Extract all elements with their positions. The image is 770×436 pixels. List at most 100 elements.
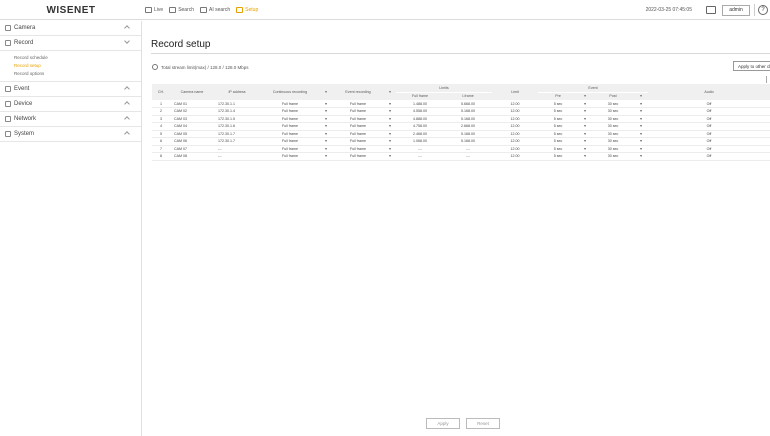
dropdown-arrow-icon[interactable]: ▾: [384, 130, 396, 138]
dropdown-arrow-icon[interactable]: ▾: [578, 122, 593, 131]
dropdown-arrow-icon[interactable]: ▾: [578, 100, 593, 108]
dropdown-arrow-icon[interactable]: ▾: [634, 137, 649, 146]
dropdown-arrow-icon[interactable]: ▾: [320, 130, 332, 138]
cell-cont[interactable]: Full frame: [260, 115, 320, 123]
cell-event[interactable]: Full frame: [332, 107, 384, 116]
dropdown-arrow-icon[interactable]: ▾: [320, 145, 332, 153]
dropdown-arrow-icon[interactable]: ▾: [384, 122, 396, 131]
cell-post[interactable]: 30 sec: [592, 122, 635, 131]
dropdown-arrow-icon[interactable]: ▾: [320, 115, 332, 123]
cell-event[interactable]: Full frame: [332, 145, 384, 153]
dropdown-arrow-icon[interactable]: ▾: [578, 115, 593, 123]
sidebar-subitem-record-options[interactable]: Record options: [14, 70, 141, 78]
dropdown-arrow-icon[interactable]: ▾: [634, 107, 649, 116]
cell-audio[interactable]: Off: [648, 107, 770, 116]
network-status-icon[interactable]: [706, 6, 716, 14]
reset-button[interactable]: Reset: [466, 418, 500, 429]
cell-post[interactable]: 30 sec: [592, 115, 635, 123]
cell-cont[interactable]: Full frame: [260, 130, 320, 138]
cell-limit[interactable]: 12.00: [492, 122, 539, 131]
dropdown-arrow-icon[interactable]: ▾: [320, 107, 332, 116]
col-header-continuous-dropdown[interactable]: ▾: [320, 84, 332, 101]
sidebar-subitem-record-setup[interactable]: Record setup: [14, 62, 141, 70]
cell-pre[interactable]: 5 sec: [538, 137, 579, 146]
dropdown-arrow-icon[interactable]: ▾: [578, 145, 593, 153]
top-nav-setup[interactable]: Setup: [236, 7, 258, 13]
sidebar-menu-system[interactable]: System: [0, 127, 141, 142]
cell-audio[interactable]: Off: [648, 152, 770, 161]
cell-cont[interactable]: Full frame: [260, 122, 320, 131]
dropdown-arrow-icon[interactable]: ▾: [320, 100, 332, 108]
cell-limit[interactable]: 12.00: [492, 100, 539, 108]
cell-post[interactable]: 30 sec: [592, 100, 635, 108]
cell-audio[interactable]: Off: [648, 137, 770, 146]
cell-audio[interactable]: Off: [648, 115, 770, 123]
cell-audio[interactable]: Off: [648, 122, 770, 131]
dropdown-arrow-icon[interactable]: ▾: [384, 137, 396, 146]
cell-audio[interactable]: Off: [648, 145, 770, 153]
sidebar-menu-network[interactable]: Network: [0, 112, 141, 127]
dropdown-arrow-icon[interactable]: ▾: [384, 152, 396, 161]
top-nav-search[interactable]: Search: [169, 7, 194, 13]
user-menu[interactable]: admin: [722, 4, 750, 16]
dropdown-arrow-icon[interactable]: ▾: [384, 107, 396, 116]
cell-limit[interactable]: 12.00: [492, 107, 539, 116]
dropdown-arrow-icon[interactable]: ▾: [320, 137, 332, 146]
cell-pre[interactable]: 5 sec: [538, 152, 579, 161]
dropdown-arrow-icon[interactable]: ▾: [634, 115, 649, 123]
dropdown-arrow-icon[interactable]: ▾: [634, 100, 649, 108]
cell-event[interactable]: Full frame: [332, 115, 384, 123]
cell-audio[interactable]: Off: [648, 130, 770, 138]
dropdown-arrow-icon[interactable]: ▾: [578, 107, 593, 116]
dropdown-arrow-icon[interactable]: ▾: [320, 152, 332, 161]
cell-post[interactable]: 30 sec: [592, 152, 635, 161]
cell-cont[interactable]: Full frame: [260, 137, 320, 146]
apply-button[interactable]: Apply: [426, 418, 460, 429]
col-header-pre-dropdown[interactable]: ▾: [578, 92, 593, 101]
cell-limit[interactable]: 12.00: [492, 145, 539, 153]
dropdown-arrow-icon[interactable]: ▾: [634, 145, 649, 153]
cell-pre[interactable]: 5 sec: [538, 107, 579, 116]
cell-event[interactable]: Full frame: [332, 137, 384, 146]
col-header-event-dropdown[interactable]: ▾: [384, 84, 396, 101]
cell-pre[interactable]: 5 sec: [538, 115, 579, 123]
scroll-indicator[interactable]: [766, 76, 770, 83]
cell-cont[interactable]: Full frame: [260, 152, 320, 161]
cell-event[interactable]: Full frame: [332, 130, 384, 138]
cell-limit[interactable]: 12.00: [492, 152, 539, 161]
cell-cont[interactable]: Full frame: [260, 145, 320, 153]
sidebar-menu-event[interactable]: Event: [0, 82, 141, 97]
dropdown-arrow-icon[interactable]: ▾: [634, 152, 649, 161]
cell-event[interactable]: Full frame: [332, 100, 384, 108]
cell-event[interactable]: Full frame: [332, 152, 384, 161]
cell-post[interactable]: 30 sec: [592, 137, 635, 146]
help-icon[interactable]: ?: [758, 5, 768, 15]
apply-to-other-channels-button[interactable]: Apply to other channels: [733, 61, 770, 71]
cell-audio[interactable]: Off: [648, 100, 770, 108]
top-nav-ai-search[interactable]: AI search: [200, 7, 230, 13]
cell-event[interactable]: Full frame: [332, 122, 384, 131]
cell-limit[interactable]: 12.00: [492, 115, 539, 123]
cell-pre[interactable]: 5 sec: [538, 145, 579, 153]
dropdown-arrow-icon[interactable]: ▾: [578, 152, 593, 161]
cell-cont[interactable]: Full frame: [260, 100, 320, 108]
cell-limit[interactable]: 12.00: [492, 130, 539, 138]
dropdown-arrow-icon[interactable]: ▾: [578, 137, 593, 146]
dropdown-arrow-icon[interactable]: ▾: [384, 115, 396, 123]
dropdown-arrow-icon[interactable]: ▾: [578, 130, 593, 138]
cell-post[interactable]: 30 sec: [592, 107, 635, 116]
dropdown-arrow-icon[interactable]: ▾: [384, 145, 396, 153]
sidebar-menu-device[interactable]: Device: [0, 97, 141, 112]
dropdown-arrow-icon[interactable]: ▾: [634, 122, 649, 131]
top-nav-live[interactable]: Live: [145, 7, 163, 13]
sidebar-menu-camera[interactable]: Camera: [0, 21, 141, 36]
cell-limit[interactable]: 12.00: [492, 137, 539, 146]
cell-pre[interactable]: 5 sec: [538, 100, 579, 108]
dropdown-arrow-icon[interactable]: ▾: [320, 122, 332, 131]
sidebar-menu-record[interactable]: Record: [0, 36, 141, 51]
dropdown-arrow-icon[interactable]: ▾: [384, 100, 396, 108]
col-header-post-dropdown[interactable]: ▾: [634, 92, 649, 101]
cell-post[interactable]: 30 sec: [592, 145, 635, 153]
sidebar-subitem-record-schedule[interactable]: Record schedule: [14, 54, 141, 62]
cell-cont[interactable]: Full frame: [260, 107, 320, 116]
